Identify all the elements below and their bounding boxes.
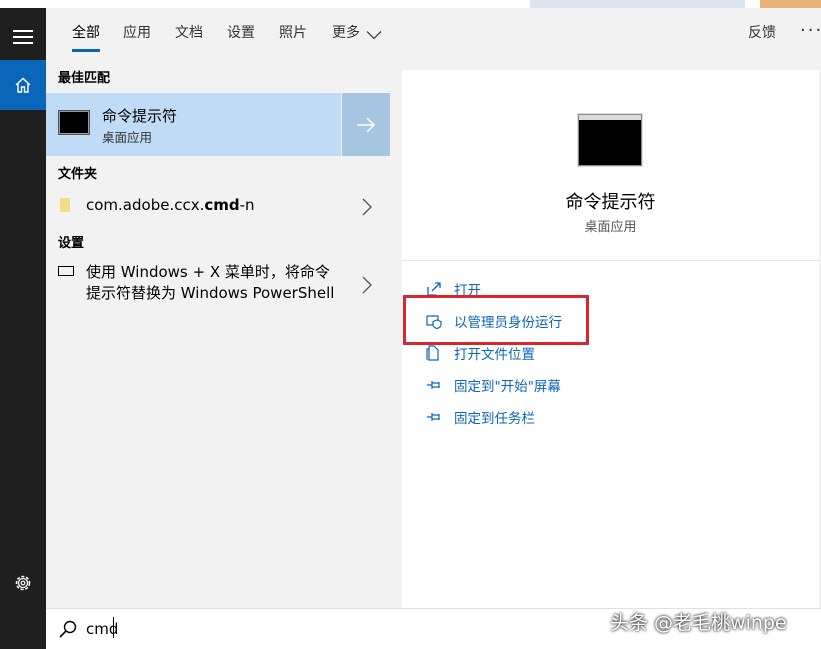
action-pin-to-taskbar[interactable]: 固定到任务栏 [426, 405, 646, 429]
detail-app-name: 命令提示符 [565, 192, 656, 213]
tab-photos[interactable]: 照片 [279, 8, 307, 60]
annotation-highlight-box [403, 295, 589, 345]
divider [402, 260, 819, 261]
best-match-heading: 最佳匹配 [58, 71, 111, 86]
setting-result-label: 使用 Windows + X 菜单时，将命令 提示符替换为 Windows Pow… [86, 263, 335, 302]
tab-settings[interactable]: 设置 [227, 8, 255, 60]
gear-icon[interactable] [12, 572, 34, 594]
home-button[interactable] [0, 60, 46, 110]
pin-icon [427, 381, 440, 389]
best-match-main[interactable]: 命令提示符 桌面应用 [46, 93, 341, 156]
action-open-file-location-label: 打开文件位置 [454, 347, 535, 363]
results-list: 最佳匹配 命令提示符 桌面应用 文件夹 com.adobe.ccx.cmd-n … [46, 60, 390, 608]
watermark: 头条 @老毛桃winpe [610, 612, 787, 634]
folder-result-item[interactable]: com.adobe.ccx.cmd-n [46, 188, 390, 224]
search-filter-tabs: 全部 应用 文档 设置 照片 更多 反馈 ··· [46, 8, 821, 60]
settings-heading: 设置 [58, 236, 85, 251]
folder-icon [60, 198, 70, 212]
best-match-title: 命令提示符 [102, 107, 178, 125]
arrow-right-icon [357, 116, 376, 133]
action-pin-to-start-label: 固定到"开始"屏幕 [454, 379, 561, 395]
feedback-button[interactable]: 反馈 [748, 8, 776, 60]
search-input[interactable] [86, 617, 326, 641]
search-icon [59, 620, 77, 638]
chevron-right-icon[interactable] [362, 276, 372, 294]
start-left-rail [0, 8, 46, 649]
keyboard-icon [58, 266, 74, 276]
action-pin-to-taskbar-label: 固定到任务栏 [454, 411, 535, 427]
pin-icon [427, 413, 440, 421]
chevron-right-icon[interactable] [362, 198, 372, 216]
background-window-strip [0, 0, 821, 8]
expand-detail-button[interactable] [342, 93, 390, 156]
best-match-item[interactable]: 命令提示符 桌面应用 [46, 93, 390, 156]
chevron-down-icon[interactable] [366, 30, 382, 40]
tab-apps[interactable]: 应用 [123, 8, 151, 60]
hamburger-menu-icon[interactable] [13, 30, 33, 46]
command-prompt-icon [578, 114, 642, 166]
tab-more[interactable]: 更多 [332, 8, 360, 60]
home-icon [15, 77, 31, 93]
folder-result-label: com.adobe.ccx.cmd-n [86, 196, 255, 214]
more-options-button[interactable]: ··· [800, 8, 821, 60]
best-match-subtitle: 桌面应用 [102, 130, 153, 145]
text-caret [113, 617, 114, 638]
setting-result-item[interactable]: 使用 Windows + X 菜单时，将命令 提示符替换为 Windows Pow… [46, 258, 390, 312]
file-location-icon [426, 345, 439, 361]
folders-heading: 文件夹 [58, 167, 98, 182]
detail-app-kind: 桌面应用 [584, 220, 637, 235]
tab-all[interactable]: 全部 [72, 8, 100, 60]
command-prompt-icon [58, 110, 90, 135]
action-pin-to-start[interactable]: 固定到"开始"屏幕 [426, 373, 646, 397]
tab-documents[interactable]: 文档 [175, 8, 203, 60]
